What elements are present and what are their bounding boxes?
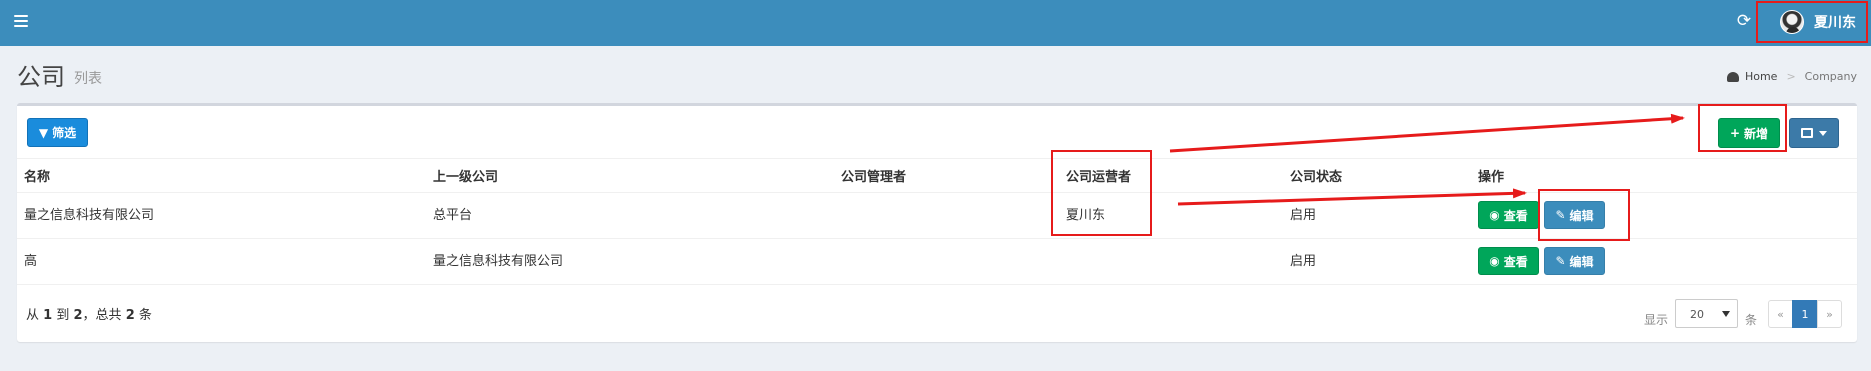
eye-icon: ◉ [1489, 208, 1500, 222]
cell-status: 启用 [1290, 254, 1317, 269]
view-button-label: 查看 [1503, 254, 1528, 269]
prev-page-button[interactable]: « [1768, 300, 1793, 328]
edit-button-label: 编辑 [1569, 208, 1594, 223]
view-button[interactable]: ◉ 查看 [1478, 247, 1539, 275]
divider [17, 238, 1857, 239]
breadcrumb-current: Company [1804, 70, 1857, 83]
refresh-icon[interactable]: ⟳ [1733, 10, 1755, 32]
view-button[interactable]: ◉ 查看 [1478, 201, 1539, 229]
top-navbar: ⟳ 夏川东 [0, 0, 1871, 46]
cell-parent: 量之信息科技有限公司 [433, 254, 564, 269]
cell-status: 启用 [1290, 208, 1317, 223]
breadcrumb-separator: > [1786, 70, 1796, 83]
add-button-label: 新增 [1744, 126, 1769, 141]
info-text: 从 [26, 308, 40, 323]
divider [17, 284, 1857, 285]
menu-toggle-icon[interactable] [14, 15, 28, 27]
dashboard-icon [1726, 71, 1739, 82]
view-button-label: 查看 [1503, 208, 1528, 223]
page-size-select[interactable]: 20 [1675, 299, 1738, 328]
edit-button[interactable]: ✎ 编辑 [1544, 201, 1605, 229]
column-header-operator[interactable]: 公司运营者 [1066, 166, 1131, 185]
add-button[interactable]: + 新增 [1718, 118, 1780, 148]
column-header-actions: 操作 [1478, 170, 1505, 185]
caret-down-icon [1722, 311, 1730, 317]
column-header-name[interactable]: 名称 [24, 166, 50, 185]
cell-operator: 夏川东 [1066, 208, 1106, 223]
breadcrumb-home[interactable]: Home [1745, 70, 1777, 83]
info-total: 2 [125, 308, 135, 323]
info-text: 条 [138, 308, 152, 323]
edit-button[interactable]: ✎ 编辑 [1544, 247, 1605, 275]
filter-icon: ▼ [38, 125, 49, 140]
breadcrumb: Home > Company [1726, 70, 1857, 83]
info-text: 到 [56, 308, 70, 323]
divider [17, 158, 1857, 159]
page-title: 公司 [17, 63, 65, 91]
edit-icon: ✎ [1555, 254, 1566, 268]
columns-toggle-button[interactable] [1789, 118, 1839, 148]
page-subtitle: 列表 [74, 71, 102, 87]
page-size-value: 20 [1690, 308, 1704, 321]
edit-icon: ✎ [1555, 208, 1566, 222]
column-header-status[interactable]: 公司状态 [1290, 166, 1342, 185]
eye-icon: ◉ [1489, 254, 1500, 268]
plus-icon: + [1729, 126, 1741, 140]
user-name: 夏川东 [1814, 15, 1856, 31]
pagination-info: 从 1 到 2，总共 2 条 [26, 304, 152, 323]
page-1-button[interactable]: 1 [1792, 300, 1818, 328]
user-menu[interactable]: 夏川东 [1780, 7, 1856, 37]
cell-name: 量之信息科技有限公司 [24, 208, 155, 223]
info-to: 2 [73, 308, 83, 323]
info-from: 1 [43, 308, 53, 323]
caret-down-icon [1819, 130, 1827, 136]
filter-button[interactable]: ▼ 筛选 [27, 118, 88, 147]
page-size-label: 显示 [1644, 313, 1669, 327]
avatar [1780, 10, 1804, 34]
info-text: ，总共 [82, 308, 122, 323]
company-list-panel: ▼ 筛选 + 新增 名称 上一级公司 公司管理者 公司运营者 公司状态 操作 量… [17, 103, 1857, 342]
filter-button-label: 筛选 [52, 126, 77, 140]
cell-name: 高 [24, 254, 38, 269]
edit-button-label: 编辑 [1569, 254, 1594, 269]
cell-parent: 总平台 [433, 208, 473, 223]
column-header-parent[interactable]: 上一级公司 [433, 166, 498, 185]
table-icon [1801, 128, 1813, 138]
page-size-unit: 条 [1745, 313, 1758, 327]
column-header-manager[interactable]: 公司管理者 [841, 166, 906, 185]
divider [17, 192, 1857, 193]
next-page-button[interactable]: » [1817, 300, 1842, 328]
